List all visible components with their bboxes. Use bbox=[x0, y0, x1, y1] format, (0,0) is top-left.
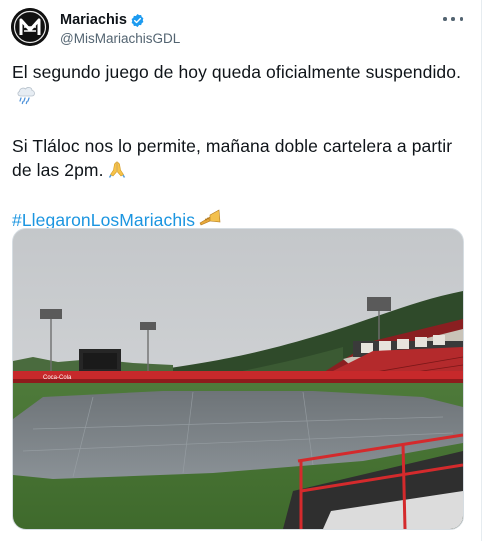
name-row: Mariachis bbox=[60, 11, 180, 29]
display-name[interactable]: Mariachis bbox=[60, 12, 127, 28]
paragraph-2-text: Si Tláloc nos lo permite, mañana doble c… bbox=[12, 136, 453, 180]
avatar[interactable] bbox=[11, 8, 49, 46]
praying-hands-icon bbox=[107, 159, 127, 185]
hashtag-link[interactable]: #LlegaronLosMariachis bbox=[12, 210, 195, 230]
tweet-photo[interactable]: Coca-Cola bbox=[12, 228, 464, 530]
tweet-paragraph-2: Si Tláloc nos lo permite, mañana doble c… bbox=[12, 134, 470, 185]
verified-badge-icon bbox=[130, 13, 145, 28]
tweet-card: Mariachis @MisMariachisGDL El segundo ju… bbox=[0, 0, 482, 541]
cloud-rain-icon bbox=[15, 85, 37, 111]
tweet-paragraph-1: El segundo juego de hoy queda oficialmen… bbox=[12, 60, 470, 111]
user-block: Mariachis @MisMariachisGDL bbox=[60, 11, 180, 47]
paragraph-1-text: El segundo juego de hoy queda oficialmen… bbox=[12, 62, 462, 82]
mariachis-logo-icon bbox=[11, 8, 49, 46]
stadium-photo: Coca-Cola bbox=[13, 229, 463, 529]
more-options-icon[interactable] bbox=[443, 12, 463, 26]
handle[interactable]: @MisMariachisGDL bbox=[60, 31, 180, 47]
wall-banner-text: Coca-Cola bbox=[43, 375, 72, 381]
